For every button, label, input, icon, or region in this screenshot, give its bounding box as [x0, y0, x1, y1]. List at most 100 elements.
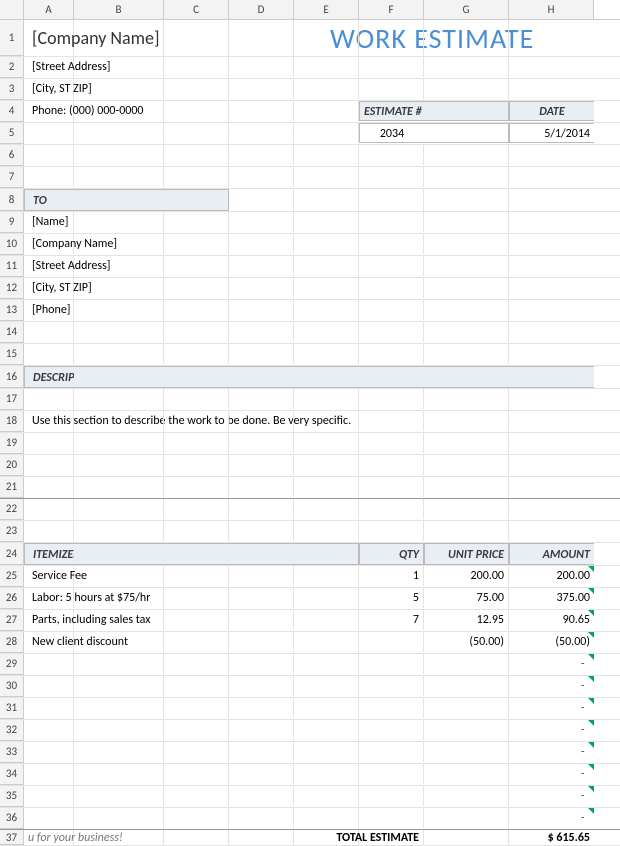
cell[interactable]: [509, 57, 594, 77]
cell[interactable]: [24, 654, 74, 674]
cell-to-company[interactable]: [Company Name]: [24, 234, 74, 254]
cell[interactable]: [164, 543, 229, 565]
cell[interactable]: [294, 764, 359, 784]
cell[interactable]: [509, 278, 594, 298]
col-header-E[interactable]: E: [294, 0, 359, 19]
cell[interactable]: [294, 698, 359, 718]
cell[interactable]: [74, 676, 164, 696]
cell[interactable]: [424, 389, 509, 409]
cell[interactable]: [229, 632, 294, 652]
item-unit[interactable]: 12.95: [424, 610, 509, 630]
cell[interactable]: [229, 145, 294, 165]
row-header-21[interactable]: 21: [0, 477, 24, 498]
item-amt-empty[interactable]: -: [509, 720, 594, 740]
cell[interactable]: [74, 610, 164, 630]
item-amt-empty[interactable]: -: [509, 764, 594, 784]
cell[interactable]: [229, 101, 294, 121]
cell[interactable]: [164, 499, 229, 519]
cell[interactable]: [229, 764, 294, 784]
row-header-1[interactable]: 1: [0, 20, 24, 56]
cell[interactable]: [509, 344, 594, 364]
cell[interactable]: [74, 389, 164, 409]
cell[interactable]: [164, 256, 229, 276]
cell[interactable]: [424, 720, 509, 740]
cell[interactable]: [424, 278, 509, 298]
cell-to-street[interactable]: [Street Address]: [24, 256, 74, 276]
cell[interactable]: [509, 256, 594, 276]
row-header-3[interactable]: 3: [0, 79, 24, 100]
row-header-18[interactable]: 18: [0, 411, 24, 432]
cell[interactable]: [424, 145, 509, 165]
cell[interactable]: [359, 742, 424, 762]
cell[interactable]: [164, 389, 229, 409]
cell[interactable]: [74, 123, 164, 143]
cell-date-value[interactable]: 5/1/2014: [509, 123, 594, 143]
cell[interactable]: [24, 499, 74, 519]
cell[interactable]: [294, 610, 359, 630]
item-amt-empty[interactable]: -: [509, 676, 594, 696]
cell[interactable]: [424, 167, 509, 187]
cell-col-unit[interactable]: UNIT PRICE: [424, 543, 509, 565]
cell[interactable]: [359, 499, 424, 519]
cell[interactable]: [229, 322, 294, 342]
cell[interactable]: [164, 322, 229, 342]
cell[interactable]: [359, 411, 424, 431]
cell[interactable]: [359, 433, 424, 453]
cell[interactable]: [229, 411, 294, 431]
row-header-7[interactable]: 7: [0, 167, 24, 188]
row-header-25[interactable]: 25: [0, 566, 24, 587]
cell[interactable]: [74, 57, 164, 77]
cell[interactable]: [294, 389, 359, 409]
cell[interactable]: [359, 234, 424, 254]
cell[interactable]: [424, 212, 509, 232]
cell[interactable]: [424, 455, 509, 475]
cell[interactable]: [229, 830, 294, 846]
cell[interactable]: [359, 654, 424, 674]
item-desc[interactable]: New client discount: [24, 632, 74, 652]
row-header-6[interactable]: 6: [0, 145, 24, 166]
item-amt[interactable]: 90.65: [509, 610, 594, 630]
col-header-H[interactable]: H: [509, 0, 594, 19]
cell[interactable]: [24, 676, 74, 696]
row-header-13[interactable]: 13: [0, 300, 24, 321]
cell[interactable]: [509, 234, 594, 254]
cell-desc-label[interactable]: DESCRIPTION OF WORK: [24, 366, 74, 388]
cell[interactable]: [424, 808, 509, 828]
cell[interactable]: [359, 477, 424, 497]
cell[interactable]: [229, 477, 294, 497]
row-header-31[interactable]: 31: [0, 698, 24, 719]
item-amt[interactable]: (50.00): [509, 632, 594, 652]
cell[interactable]: [229, 676, 294, 696]
cell-total-label[interactable]: TOTAL ESTIMATE: [359, 830, 424, 846]
cell[interactable]: [424, 433, 509, 453]
cell[interactable]: [164, 566, 229, 586]
cell[interactable]: [164, 764, 229, 784]
cell-estimate-value[interactable]: 2034: [359, 123, 424, 143]
cell[interactable]: [359, 720, 424, 740]
cell[interactable]: [294, 543, 359, 565]
cell[interactable]: [509, 477, 594, 497]
cell[interactable]: [74, 499, 164, 519]
cell[interactable]: [229, 588, 294, 608]
cell[interactable]: [294, 300, 359, 320]
cell-to-label[interactable]: TO: [24, 189, 74, 211]
cell[interactable]: [74, 366, 164, 388]
cell[interactable]: [74, 786, 164, 806]
cell[interactable]: [74, 720, 164, 740]
cell[interactable]: [24, 145, 74, 165]
cell[interactable]: [74, 808, 164, 828]
row-header-4[interactable]: 4: [0, 101, 24, 122]
cell[interactable]: [509, 300, 594, 320]
cell[interactable]: [359, 256, 424, 276]
cell[interactable]: [74, 698, 164, 718]
row-header-37[interactable]: 37: [0, 830, 24, 845]
cell[interactable]: [509, 411, 594, 431]
cell[interactable]: [294, 632, 359, 652]
row-header-35[interactable]: 35: [0, 786, 24, 807]
row-header-8[interactable]: 8: [0, 189, 24, 211]
cell[interactable]: [74, 145, 164, 165]
cell[interactable]: [229, 278, 294, 298]
cell[interactable]: [359, 57, 424, 77]
cell[interactable]: [294, 742, 359, 762]
cell[interactable]: [74, 167, 164, 187]
